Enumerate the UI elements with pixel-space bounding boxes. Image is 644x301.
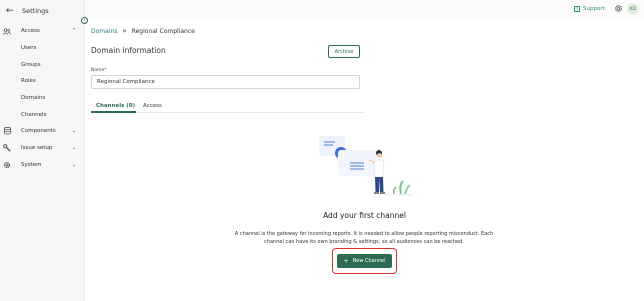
support-label: Support	[583, 6, 605, 12]
collapse-sidebar-button[interactable]: ‹	[81, 17, 88, 24]
support-link[interactable]: ? Support	[574, 6, 605, 12]
chevron-left-icon: ‹	[83, 17, 86, 23]
sidebar-section-label: Issue setup	[21, 145, 53, 151]
name-input[interactable]: Regional Compliance	[91, 75, 360, 89]
breadcrumb-separator-icon: »	[122, 27, 127, 35]
empty-state-title: Add your first channel	[323, 211, 406, 220]
back-arrow-icon[interactable]: ←	[6, 5, 16, 17]
sidebar-section-issue-setup[interactable]: Issue setup ⌄	[0, 142, 85, 154]
sidebar-header[interactable]: ← Settings	[6, 5, 49, 17]
breadcrumb: Domains » Regional Compliance	[91, 26, 195, 36]
chevron-down-icon: ⌄	[72, 162, 77, 168]
empty-state-description: A channel is the gateway for incoming re…	[234, 231, 494, 245]
archive-button[interactable]: Archive	[328, 45, 360, 58]
empty-state-illustration	[313, 132, 413, 202]
sidebar-section-label: Access	[21, 28, 40, 34]
sidebar-item-domains[interactable]: Domains	[21, 93, 45, 103]
active-tab-indicator	[91, 111, 136, 113]
sidebar: ← Settings Access ^ Users Groups Roles D…	[0, 0, 85, 301]
tab-bar: Channels (0) Access	[91, 99, 364, 113]
support-icon: ?	[574, 6, 580, 12]
chevron-down-icon: ⌄	[72, 128, 77, 134]
sidebar-section-access[interactable]: Access ^	[0, 25, 85, 37]
chevron-down-icon: ⌄	[72, 145, 77, 151]
top-bar: ? Support KD	[85, 0, 644, 20]
wrench-icon	[3, 144, 11, 152]
new-channel-label: New Channel	[352, 258, 386, 264]
name-field-label: Name*	[91, 68, 107, 73]
breadcrumb-domains-link[interactable]: Domains	[91, 28, 117, 35]
people-icon	[3, 27, 11, 35]
sidebar-title: Settings	[22, 7, 49, 15]
sidebar-item-roles[interactable]: Roles	[21, 76, 36, 86]
new-channel-button[interactable]: + New Channel	[337, 254, 392, 268]
gear-icon	[3, 161, 11, 169]
sidebar-section-label: System	[21, 162, 42, 168]
sidebar-section-label: Components	[21, 128, 56, 134]
sidebar-item-channels[interactable]: Channels	[21, 110, 46, 120]
chevron-up-icon: ^	[72, 28, 77, 34]
sidebar-section-components[interactable]: Components ⌄	[0, 125, 85, 137]
database-icon	[3, 127, 11, 135]
sidebar-section-system[interactable]: System ⌄	[0, 159, 85, 171]
sidebar-item-groups[interactable]: Groups	[21, 60, 41, 70]
plus-icon: +	[343, 257, 349, 265]
settings-gear-icon[interactable]	[614, 4, 623, 13]
sidebar-item-users[interactable]: Users	[21, 43, 36, 53]
breadcrumb-current: Regional Compliance	[131, 27, 195, 35]
avatar[interactable]: KD	[627, 3, 639, 15]
tab-access[interactable]: Access	[143, 99, 162, 112]
section-title: Domain information	[91, 46, 166, 55]
